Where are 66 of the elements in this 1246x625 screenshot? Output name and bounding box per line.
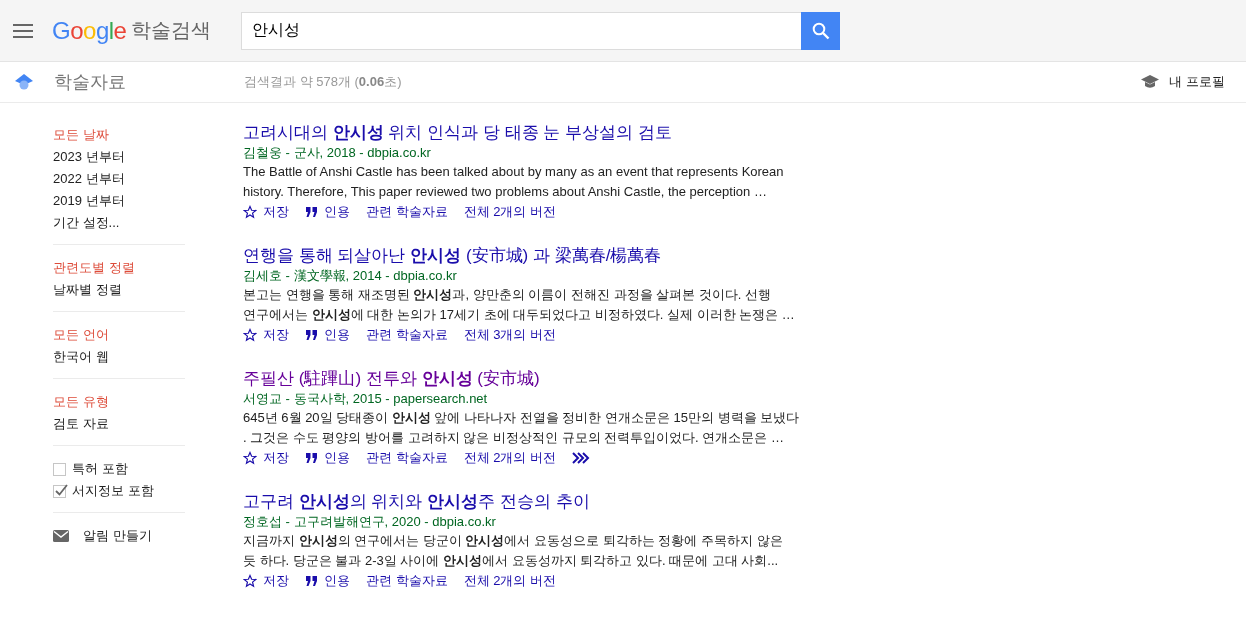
- google-logo: Google: [52, 16, 127, 45]
- filter-link[interactable]: 2019 년부터: [53, 190, 125, 212]
- double-chevron-icon[interactable]: [572, 452, 591, 464]
- filter-link[interactable]: 날짜별 정렬: [53, 279, 122, 301]
- result-title-link[interactable]: 주필산 (駐蹕山) 전투와 안시성 (安市城): [243, 368, 540, 390]
- checkbox-label: 서지정보 포함: [72, 482, 154, 500]
- versions-link[interactable]: 전체 2개의 버전: [463, 448, 557, 468]
- cite-link[interactable]: 인용: [305, 325, 350, 345]
- star-icon: [243, 574, 257, 588]
- result-title-link[interactable]: 고구려 안시성의 위치와 안시성주 전승의 추이: [243, 491, 590, 513]
- search-icon: [811, 21, 830, 40]
- check-icon: [54, 482, 68, 497]
- filter-link[interactable]: 한국어 웹: [53, 346, 109, 368]
- result-source: 김철웅 - 군사, 2018 - dbpia.co.kr: [243, 144, 432, 162]
- result-title-link[interactable]: 연행을 통해 되살아난 안시성 (安市城) 과 梁萬春/楊萬春: [243, 245, 662, 267]
- search-field[interactable]: 안시성: [241, 11, 802, 50]
- result-snippet: 지금까지 안시성의 연구에서는 당군이 안시성에서 요동성으로 퇴각하는 정황에 주목하지 않은 듯 하다. 당군은 불과 2-3일 사이에 안시성에서 요동성까지 퇴각하고 있다. 때문에 고대 사회...: [243, 532, 784, 570]
- result-source: 김세호 - 漢文學報, 2014 - dbpia.co.kr: [243, 267, 458, 285]
- related-link[interactable]: 관련 학술자료: [366, 448, 448, 468]
- result-source: 서영교 - 동국사학, 2015 - papersearch.net: [243, 390, 489, 408]
- filter-link[interactable]: 모든 날짜: [53, 124, 109, 146]
- result-count: 검색결과 약 578개 (0.06초): [244, 73, 403, 91]
- star-icon: [243, 451, 257, 465]
- filter-link[interactable]: 2022 년부터: [53, 168, 125, 190]
- filter-link[interactable]: 모든 언어: [53, 324, 109, 346]
- scholar-icon: [14, 73, 34, 91]
- filter-link[interactable]: 기간 설정...: [53, 212, 120, 234]
- save-link[interactable]: 저장: [243, 571, 289, 591]
- save-link[interactable]: 저장: [243, 448, 289, 468]
- filter-link[interactable]: 검토 자료: [53, 413, 109, 435]
- result-snippet: 645년 6월 20일 당태종이 안시성 앞에 나타나자 전열을 정비한 연개소문은 15만의 병력을 보냈다 . 그것은 수도 평양의 방어를 고려하지 않은 비정상적인 규모의 전력투입이었다. 연개소문은 …: [243, 409, 800, 447]
- checkbox[interactable]: [53, 462, 66, 476]
- filter-link[interactable]: 2023 년부터: [53, 146, 125, 168]
- save-link[interactable]: 저장: [243, 202, 289, 222]
- related-link[interactable]: 관련 학술자료: [366, 571, 448, 591]
- envelope-icon: [53, 530, 69, 542]
- star-icon: [243, 328, 257, 342]
- related-link[interactable]: 관련 학술자료: [366, 325, 448, 345]
- result-source: 정호섭 - 고구려발해연구, 2020 - dbpia.co.kr: [243, 513, 497, 531]
- create-alert-link[interactable]: 알림 만들기: [53, 521, 152, 547]
- quote-icon: [305, 575, 318, 587]
- cite-link[interactable]: 인용: [305, 202, 350, 222]
- result-title-link[interactable]: 고려시대의 안시성 위치 인식과 당 태종 눈 부상설의 검토: [243, 122, 672, 144]
- cite-link[interactable]: 인용: [305, 448, 350, 468]
- quote-icon: [305, 452, 318, 464]
- related-link[interactable]: 관련 학술자료: [366, 202, 448, 222]
- filter-link[interactable]: 관련도별 정렬: [53, 257, 135, 279]
- graduation-cap-icon: [1141, 74, 1160, 90]
- filter-link[interactable]: 모든 유형: [53, 391, 109, 413]
- result-snippet: 본고는 연행을 통해 재조명된 안시성과, 양만춘의 이름이 전해진 과정을 살펴본 것이다. 선행 연구에서는 안시성에 대한 논의가 17세기 초에 대두되었다고 비정하였다. 실제 이러한 논쟁은 …: [243, 286, 796, 324]
- menu-icon[interactable]: [13, 22, 33, 39]
- versions-link[interactable]: 전체 2개의 버전: [463, 202, 557, 222]
- versions-link[interactable]: 전체 2개의 버전: [463, 571, 557, 591]
- result-snippet: The Battle of Anshi Castle has been talked about by many as an event that represents Korean history. Therefore, This paper reviewed two problems about Anshi Castle, the perception …: [243, 163, 785, 201]
- search-button[interactable]: [801, 11, 841, 50]
- section-title: 학술자료: [54, 71, 127, 94]
- star-icon: [243, 205, 257, 219]
- checkbox[interactable]: [53, 484, 66, 498]
- save-link[interactable]: 저장: [243, 325, 289, 345]
- checkbox-label: 특허 포함: [72, 460, 128, 478]
- profile-link[interactable]: 내 프로필: [1141, 73, 1225, 91]
- quote-icon: [305, 206, 318, 218]
- product-name: 학술검색: [131, 18, 212, 43]
- versions-link[interactable]: 전체 3개의 버전: [463, 325, 557, 345]
- cite-link[interactable]: 인용: [305, 571, 350, 591]
- quote-icon: [305, 329, 318, 341]
